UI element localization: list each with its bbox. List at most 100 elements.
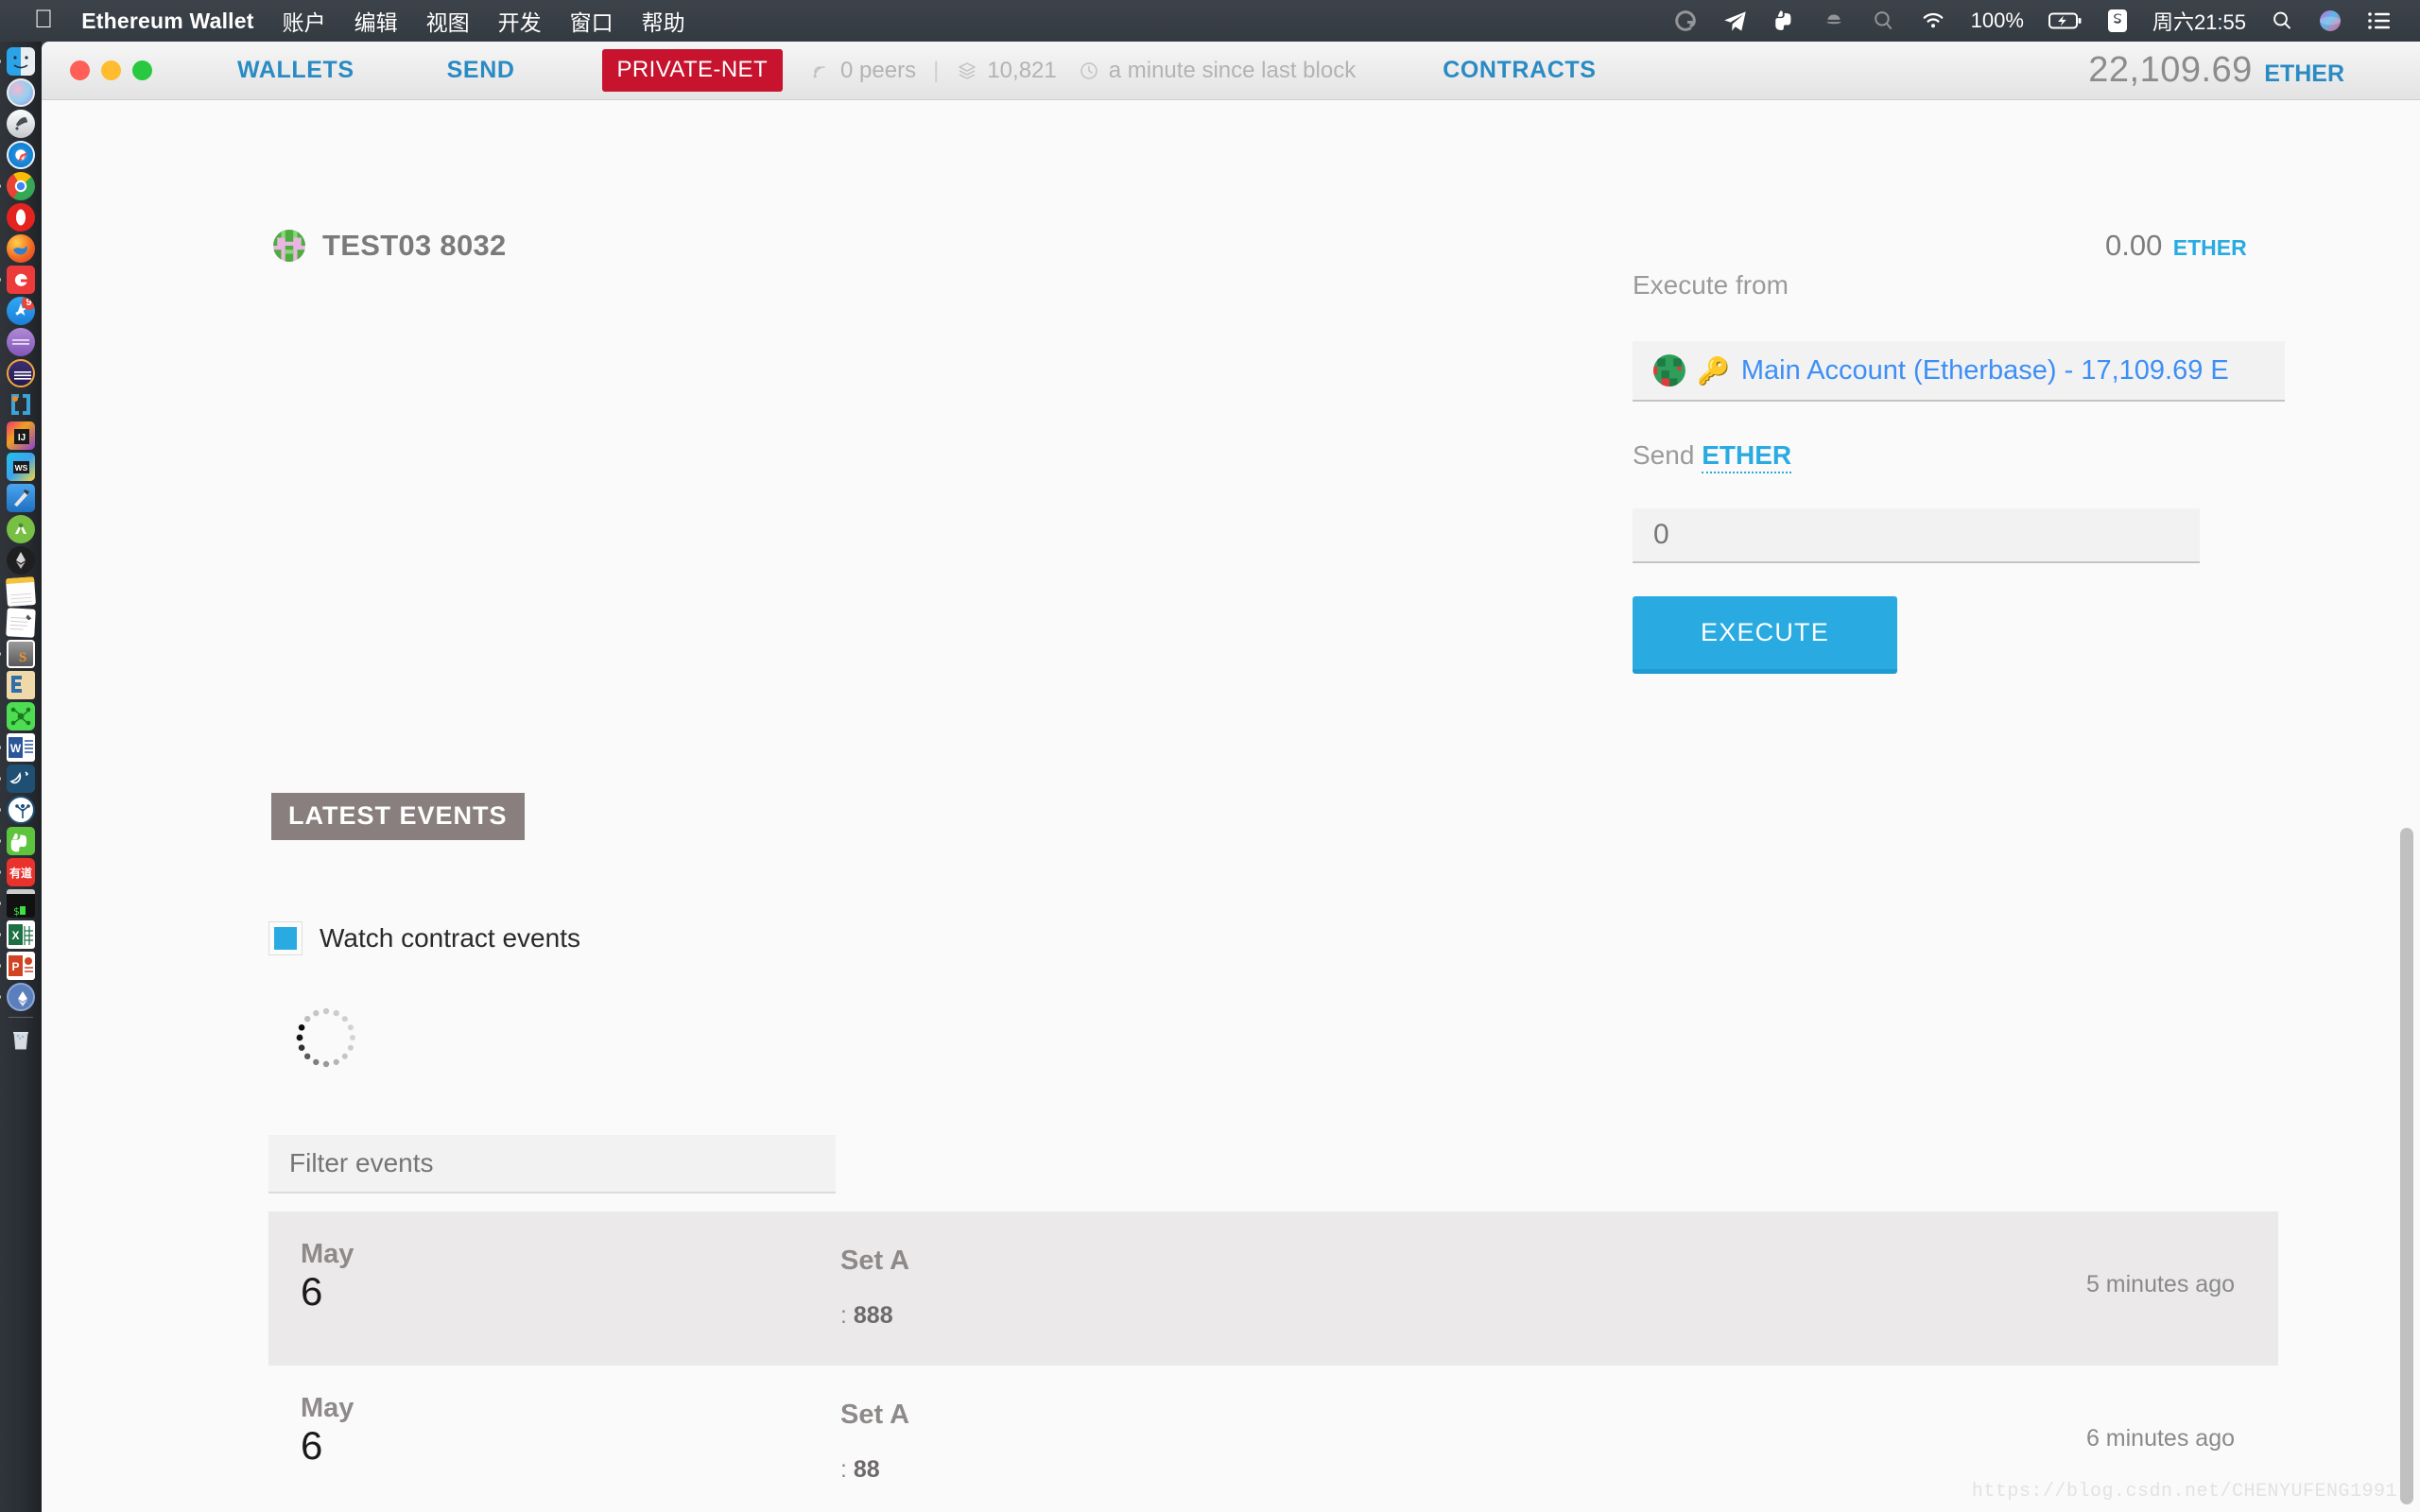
send-ether-label: Send ETHER (1633, 440, 1792, 473)
dock-item-opera[interactable] (5, 201, 37, 233)
peers-label: 0 peers (840, 57, 917, 83)
watch-contract-events-label: Watch contract events (320, 923, 580, 953)
dock-item-intellij-idea[interactable]: IJ (5, 420, 37, 452)
close-button[interactable] (70, 60, 90, 80)
dock-item-sublime-text[interactable]: S (0, 638, 37, 670)
iterm-icon (6, 359, 35, 387)
notification-center-icon[interactable] (2367, 7, 2392, 35)
dock-item-firefox[interactable] (5, 232, 37, 265)
dock-item-notes[interactable] (5, 576, 37, 608)
battery-percent-label: 100% (1970, 9, 2024, 32)
watch-contract-events-checkbox[interactable] (268, 921, 302, 955)
ulysses-icon (6, 328, 35, 356)
menubar-app-title[interactable]: Ethereum Wallet (81, 9, 253, 34)
menu-item-accounts[interactable]: 账户 (283, 5, 326, 37)
event-args: : 88 (840, 1456, 880, 1484)
menu-item-edit[interactable]: 编辑 (354, 5, 398, 37)
dock-item-terminal[interactable]: $ (0, 887, 37, 919)
dock-item-trash[interactable] (5, 1022, 37, 1055)
dock-item-chrome[interactable] (0, 170, 37, 202)
content-scrollbar[interactable] (2400, 100, 2413, 1512)
dock-item-webstorm[interactable]: WS (5, 451, 37, 483)
nav-send[interactable]: SEND (447, 57, 515, 84)
siri-icon[interactable] (2318, 7, 2342, 35)
sogou-input-icon[interactable] (2107, 7, 2128, 35)
svg-text:有道: 有道 (9, 866, 31, 880)
network-badge[interactable]: PRIVATE-NET (601, 49, 784, 92)
dock-item-youdao-dict[interactable]: 有道 (0, 856, 37, 888)
svg-text:S: S (18, 650, 26, 665)
dock-item-sourcetree[interactable] (0, 794, 37, 826)
latest-events-title: LATEST EVENTS (271, 793, 525, 840)
dock-item-pages[interactable] (5, 607, 37, 639)
dock-item-android-studio[interactable] (5, 513, 37, 545)
nav-contracts[interactable]: CONTRACTS (1443, 57, 1596, 84)
filter-events-input[interactable] (268, 1135, 836, 1194)
dropbox-icon[interactable] (1822, 7, 1846, 35)
dock-item-app-store[interactable]: 9 (5, 295, 37, 327)
eclipse-icon (6, 671, 35, 699)
nav-wallets[interactable]: WALLETS (237, 57, 354, 84)
dock-item-powerpoint[interactable]: P (0, 950, 37, 982)
minimize-button[interactable] (101, 60, 121, 80)
blocks-icon (956, 60, 978, 82)
battery-icon[interactable] (2048, 7, 2083, 35)
send-amount-input[interactable] (1633, 508, 2200, 563)
dock-item-mysql-workbench[interactable] (0, 763, 37, 795)
dock-item-mist[interactable] (5, 544, 37, 576)
dock-item-jetbrains-toolbox[interactable] (5, 388, 37, 421)
dock-item-iterm[interactable] (5, 357, 37, 389)
event-args: : 888 (840, 1302, 893, 1330)
watch-contract-events-row[interactable]: Watch contract events (268, 921, 580, 955)
wifi-icon[interactable] (1920, 7, 1946, 35)
event-row[interactable]: May 6 Set A : 888 5 minutes ago (268, 1211, 2278, 1366)
telegram-icon[interactable] (1722, 7, 1748, 35)
dock-item-gitter[interactable] (0, 264, 37, 296)
dock-item-evernote[interactable] (0, 825, 37, 857)
dock-item-safari[interactable] (5, 139, 37, 171)
wallet-balance-unit: ETHER (2264, 60, 2344, 87)
spotlight-loupe-icon[interactable] (1871, 7, 1895, 35)
apple-logo-icon[interactable]:  (34, 6, 53, 32)
dock-item-excel[interactable]: X (0, 919, 37, 951)
dock-item-ethereum-wallet[interactable] (0, 981, 37, 1013)
menu-item-window[interactable]: 窗口 (570, 5, 614, 37)
dock-item-xcode[interactable] (5, 482, 37, 514)
trash-icon (7, 1024, 35, 1053)
watermark-text: https://blog.csdn.net/CHENYUFENG1991 (1971, 1481, 2397, 1503)
maximize-button[interactable] (132, 60, 152, 80)
menu-item-help[interactable]: 帮助 (642, 5, 685, 37)
chrome-icon (6, 172, 35, 200)
execute-button[interactable]: EXECUTE (1633, 596, 1897, 674)
menu-item-develop[interactable]: 开发 (498, 5, 542, 37)
clock-label[interactable]: 周六21:55 (2152, 6, 2246, 36)
dock-item-eclipse[interactable] (5, 669, 37, 701)
wallet-balance-amount: 22,109.69 (2088, 50, 2253, 90)
jetbrains-toolbox-icon (7, 390, 35, 419)
dock-item-launchpad[interactable] (5, 108, 37, 140)
dock-item-graph-tool[interactable] (5, 700, 37, 732)
app-store-badge: 9 (21, 297, 35, 310)
execute-from-select[interactable]: 🔑 Main Account (Etherbase) - 17,109.69 E (1633, 341, 2285, 402)
events-list: May 6 Set A : 888 5 minutes ago May 6 Se… (268, 1211, 2278, 1512)
terminal-icon: $ (6, 889, 35, 918)
dock-item-ulysses[interactable] (5, 326, 37, 358)
word-icon: W (6, 733, 35, 762)
graph-tool-icon (6, 702, 35, 730)
scrollbar-thumb[interactable] (2400, 828, 2413, 1504)
intellij-idea-icon: IJ (6, 421, 35, 450)
key-icon: 🔑 (1697, 355, 1730, 386)
account-identicon (1653, 354, 1685, 387)
execute-from-label: Execute from (1633, 270, 1789, 295)
event-month: May (301, 1239, 354, 1269)
send-currency-selector[interactable]: ETHER (1702, 440, 1792, 473)
dock-item-siri[interactable] (5, 77, 37, 109)
grammarly-icon[interactable] (1673, 7, 1698, 35)
search-icon[interactable] (2271, 7, 2293, 35)
menu-item-view[interactable]: 视图 (426, 5, 470, 37)
contract-name: TEST03 8032 (322, 229, 507, 262)
evernote-icon[interactable] (1772, 7, 1797, 35)
mysql-workbench-dolphin-icon (6, 765, 35, 793)
dock-item-finder[interactable] (0, 45, 37, 77)
dock-item-word[interactable]: W (0, 731, 37, 764)
